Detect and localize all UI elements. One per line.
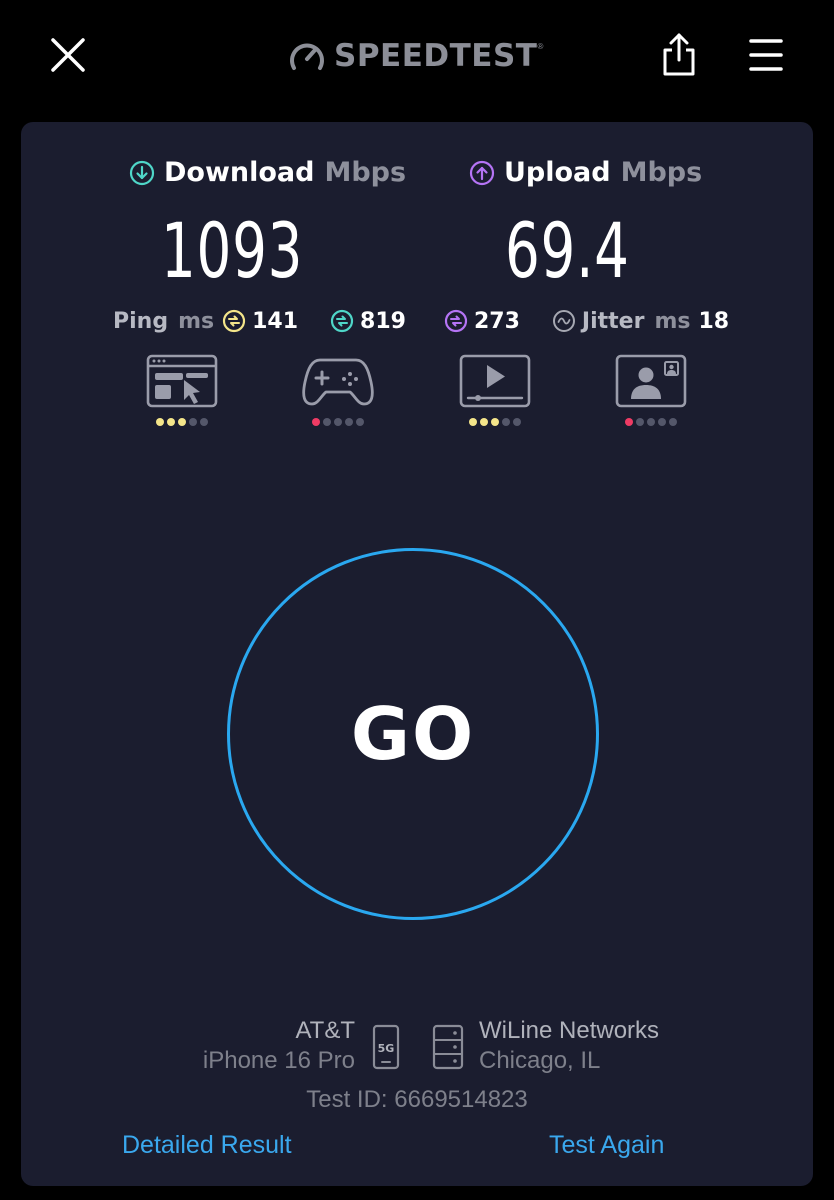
quality-gaming [298, 354, 378, 426]
speedtest-logo: SPEEDTEST ® [288, 36, 543, 76]
server-location: Chicago, IL [479, 1047, 601, 1074]
ping-download-value: 819 [360, 308, 406, 334]
rating-dot-empty [513, 418, 521, 426]
share-icon [663, 33, 695, 76]
quality-browsing [142, 354, 222, 426]
jitter-unit: ms [654, 308, 691, 334]
upload-header: Upload Mbps [469, 157, 702, 188]
download-label: Download [164, 157, 315, 188]
test-id: Test ID: 6669514823 [306, 1086, 528, 1113]
jitter-value: 18 [698, 308, 730, 334]
rating-dots [142, 418, 222, 426]
rating-dots [455, 418, 535, 426]
rating-dot-empty [647, 418, 655, 426]
ping-label: Ping [113, 308, 169, 334]
ping-unit: ms [178, 308, 215, 334]
server-info[interactable]: WiLine Networks Chicago, IL [479, 1016, 659, 1076]
rating-dot-empty [669, 418, 677, 426]
top-bar: SPEEDTEST ® [0, 0, 834, 110]
brand-name: SPEEDTEST [334, 38, 538, 74]
browsing-icon [146, 354, 218, 408]
brand-trademark: ® [537, 42, 544, 51]
cellular-5g-icon: 5G [372, 1024, 400, 1070]
quality-streaming [455, 354, 535, 426]
rating-dot-empty [334, 418, 342, 426]
jitter-label: Jitter [581, 308, 645, 334]
rating-dot-empty [636, 418, 644, 426]
rating-dot-empty [356, 418, 364, 426]
rating-dot-filled [491, 418, 499, 426]
go-label: GO [350, 692, 476, 776]
download-arrow-icon [129, 160, 155, 185]
rating-dot-empty [189, 418, 197, 426]
upload-label: Upload [504, 157, 611, 188]
test-again-link[interactable]: Test Again [549, 1131, 664, 1160]
server-icon [432, 1024, 464, 1070]
rating-dot-empty [323, 418, 331, 426]
video-call-icon [615, 354, 687, 408]
ping-idle-value: 141 [252, 308, 299, 334]
rating-dot-filled [167, 418, 175, 426]
ping-row: Ping ms 141 819 273 Jitter ms 18 [113, 306, 729, 336]
close-button[interactable] [46, 33, 90, 77]
video-play-icon [459, 354, 531, 408]
menu-button[interactable] [746, 36, 786, 76]
go-button[interactable]: GO [227, 548, 599, 920]
upload-arrow-icon [469, 160, 495, 185]
close-icon [51, 38, 85, 72]
download-header: Download Mbps [129, 157, 406, 188]
download-value: 1093 [161, 206, 304, 295]
jitter-icon [552, 310, 575, 332]
provider-info: AT&T iPhone 16 Pro [203, 1016, 355, 1076]
provider-name: AT&T [295, 1017, 355, 1044]
ping-upload-icon [444, 309, 468, 333]
rating-dot-empty [658, 418, 666, 426]
gamepad-icon [302, 358, 374, 406]
upload-unit: Mbps [620, 157, 703, 188]
network-badge: 5G [378, 1042, 395, 1055]
rating-dot-filled [312, 418, 320, 426]
share-button[interactable] [660, 32, 698, 78]
device-name: iPhone 16 Pro [202, 1047, 355, 1074]
quality-video-chat [611, 354, 691, 426]
speedometer-icon [290, 43, 324, 70]
download-unit: Mbps [324, 157, 407, 188]
rating-dot-empty [200, 418, 208, 426]
ping-upload-value: 273 [473, 308, 520, 334]
rating-dot-empty [345, 418, 353, 426]
rating-dots [298, 418, 378, 426]
detailed-result-link[interactable]: Detailed Result [122, 1131, 292, 1160]
rating-dot-filled [156, 418, 164, 426]
ping-idle-icon [223, 309, 246, 333]
rating-dot-filled [480, 418, 488, 426]
rating-dot-filled [625, 418, 633, 426]
rating-dot-filled [178, 418, 186, 426]
upload-value: 69.4 [505, 206, 630, 295]
hamburger-menu-icon [749, 39, 783, 71]
rating-dot-empty [502, 418, 510, 426]
result-card: Download Mbps Upload Mbps 1093 69.4 Ping… [21, 122, 813, 1186]
rating-dot-filled [469, 418, 477, 426]
rating-dots [611, 418, 691, 426]
ping-download-icon [330, 309, 354, 333]
server-name: WiLine Networks [479, 1017, 660, 1044]
